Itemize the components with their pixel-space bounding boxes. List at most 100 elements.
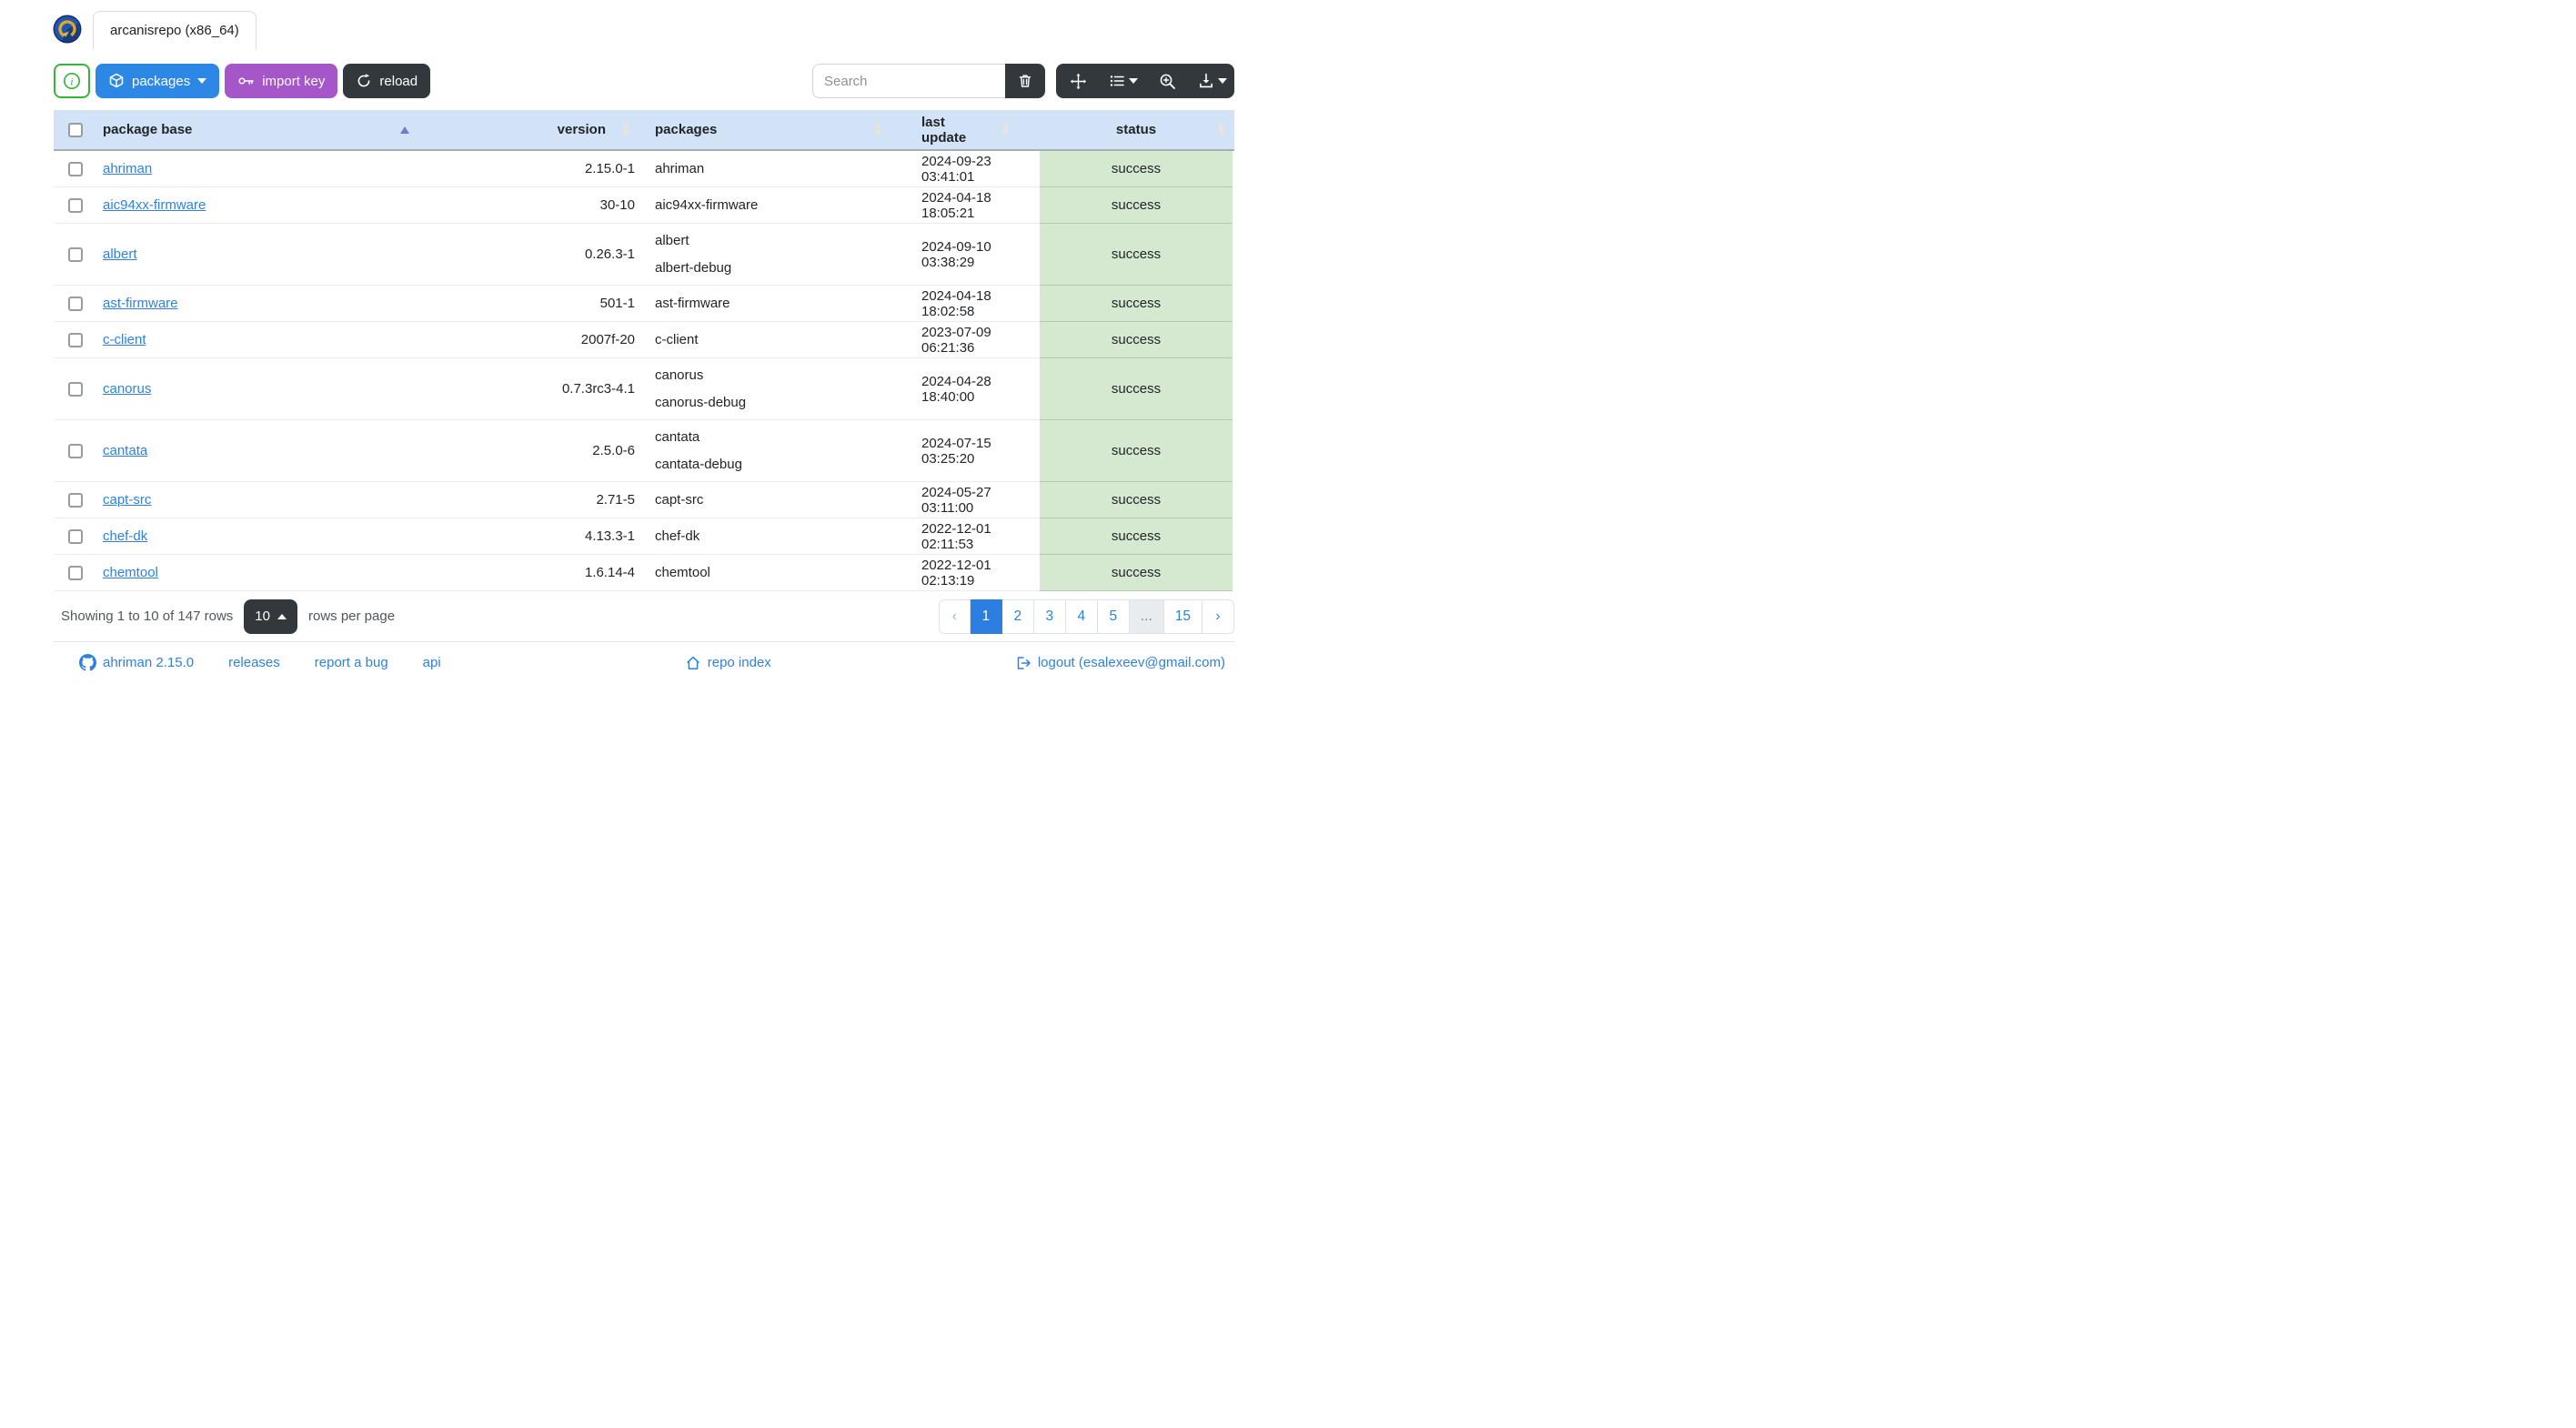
report-bug-link[interactable]: report a bug	[315, 655, 388, 670]
status-cell: success	[1040, 286, 1233, 322]
version-cell: 4.13.3-1	[435, 518, 646, 555]
row-checkbox[interactable]	[68, 161, 83, 176]
select-all-checkbox[interactable]	[68, 122, 83, 137]
table-tools-group	[1056, 64, 1234, 98]
zoom-in-button[interactable]	[1145, 64, 1190, 98]
header-status-label: status	[1115, 122, 1157, 137]
packages-list: ast-firmware	[655, 287, 730, 319]
package-base-link[interactable]: ahriman	[103, 161, 152, 176]
table-row: albert 0.26.3-1 albert albert-debug 2024-…	[54, 224, 1234, 286]
packages-cell: aic94xx-firmware	[646, 187, 912, 224]
row-checkbox[interactable]	[68, 492, 83, 508]
status-cell: success	[1040, 224, 1233, 286]
last-update-cell: 2024-07-15 03:25:20	[912, 420, 1040, 482]
pagination-page-4[interactable]: 4	[1065, 598, 1098, 634]
package-name: chemtool	[655, 565, 710, 580]
packages-table: package base version packages last updat…	[54, 110, 1234, 591]
version-value: 2.15.0-1	[584, 161, 635, 176]
package-name: albert	[655, 233, 689, 248]
row-select-cell	[54, 224, 94, 286]
report-bug-label: report a bug	[314, 655, 388, 670]
table-row: canorus 0.7.3rc3-4.1 canorus canorus-debu…	[54, 358, 1234, 420]
package-base-link[interactable]: capt-src	[103, 492, 151, 508]
row-checkbox[interactable]	[68, 296, 83, 311]
repository-tab-label: arcanisrepo (x86_64)	[110, 23, 239, 38]
chevron-down-icon	[197, 78, 207, 84]
pagination-page-1[interactable]: 1	[970, 598, 1002, 634]
pagination-prev-button[interactable]: ‹	[938, 598, 971, 634]
package-base-cell: chef-dk	[94, 518, 435, 555]
pagination-next-button[interactable]: ›	[1202, 598, 1234, 634]
repository-tab[interactable]: arcanisrepo (x86_64)	[93, 11, 257, 49]
import-key-button[interactable]: import key	[225, 64, 338, 98]
pager-summary-group: Showing 1 to 10 of 147 rows 10 rows per …	[54, 598, 395, 634]
pagination-page-2[interactable]: 2	[1001, 598, 1034, 634]
row-checkbox[interactable]	[68, 381, 83, 397]
reload-button[interactable]: reload	[343, 64, 431, 98]
footer: ahriman 2.15.0 releases report a bug api…	[54, 642, 1234, 683]
packages-cell: chef-dk	[646, 518, 912, 555]
info-button[interactable]: i	[54, 64, 90, 98]
fullscreen-move-button[interactable]	[1056, 64, 1101, 98]
packages-cell: cantata cantata-debug	[646, 420, 912, 482]
version-value: 501-1	[599, 296, 635, 311]
repo-index-link[interactable]: repo index	[685, 655, 771, 671]
releases-link[interactable]: releases	[228, 655, 280, 670]
logout-link[interactable]: logout (esalexeev@gmail.com)	[1015, 655, 1225, 671]
status-cell: success	[1040, 518, 1233, 555]
pagination-page-5[interactable]: 5	[1097, 598, 1130, 634]
header-status[interactable]: status	[1040, 110, 1233, 149]
header-package-base[interactable]: package base	[94, 110, 435, 149]
last-update-value: 2024-04-18 18:02:58	[921, 287, 991, 319]
clear-search-button[interactable]	[1005, 64, 1045, 98]
package-base-cell: c-client	[94, 322, 435, 358]
row-checkbox[interactable]	[68, 443, 83, 458]
status-cell: success	[1040, 420, 1233, 482]
pagination-page-15[interactable]: 15	[1163, 598, 1202, 634]
package-base-link[interactable]: c-client	[103, 332, 146, 347]
pagination-page-3[interactable]: 3	[1033, 598, 1066, 634]
import-key-button-label: import key	[262, 73, 326, 89]
package-base-cell: canorus	[94, 358, 435, 420]
columns-list-button[interactable]	[1101, 64, 1145, 98]
package-base-link[interactable]: albert	[103, 246, 137, 262]
pagination-ellipsis-button[interactable]: ...	[1129, 598, 1164, 634]
version-cell: 0.26.3-1	[435, 224, 646, 286]
chevron-down-icon	[1128, 78, 1138, 84]
status-badge: success	[1111, 443, 1162, 458]
table-row: chemtool 1.6.14-4 chemtool 2022-12-01 02…	[54, 555, 1234, 591]
github-version-link[interactable]: ahriman 2.15.0	[79, 654, 194, 671]
row-checkbox[interactable]	[68, 332, 83, 347]
package-base-link[interactable]: ast-firmware	[103, 296, 178, 311]
home-icon	[686, 656, 699, 669]
package-base-link[interactable]: canorus	[103, 381, 151, 397]
package-base-link[interactable]: chef-dk	[103, 528, 147, 544]
api-link[interactable]: api	[423, 655, 441, 670]
search-input[interactable]	[812, 64, 1005, 98]
packages-dropdown-button[interactable]: packages	[96, 64, 220, 98]
row-select-cell	[54, 518, 94, 555]
status-badge: success	[1111, 161, 1162, 176]
sort-icon	[874, 121, 881, 136]
packages-cell: ahriman	[646, 151, 912, 187]
row-checkbox[interactable]	[68, 528, 83, 544]
last-update-value: 2024-09-10 03:38:29	[921, 238, 991, 270]
download-icon	[1199, 73, 1213, 88]
last-update-cell: 2024-04-28 18:40:00	[912, 358, 1040, 420]
package-base-link[interactable]: chemtool	[103, 565, 158, 580]
header-last-update[interactable]: last update	[912, 110, 1040, 149]
status-cell: success	[1040, 322, 1233, 358]
row-checkbox[interactable]	[68, 565, 83, 580]
header-version[interactable]: version	[435, 110, 646, 149]
packages-button-label: packages	[132, 73, 191, 89]
package-base-link[interactable]: aic94xx-firmware	[103, 197, 206, 213]
page-size-dropdown[interactable]: 10	[244, 598, 297, 634]
package-base-link[interactable]: cantata	[103, 443, 147, 458]
version-value: 1.6.14-4	[584, 565, 635, 580]
export-download-button[interactable]	[1190, 64, 1234, 98]
version-value: 2.71-5	[596, 492, 635, 508]
last-update-cell: 2024-09-23 03:41:01	[912, 151, 1040, 187]
row-checkbox[interactable]	[68, 197, 83, 213]
row-checkbox[interactable]	[68, 246, 83, 262]
header-packages[interactable]: packages	[646, 110, 912, 149]
